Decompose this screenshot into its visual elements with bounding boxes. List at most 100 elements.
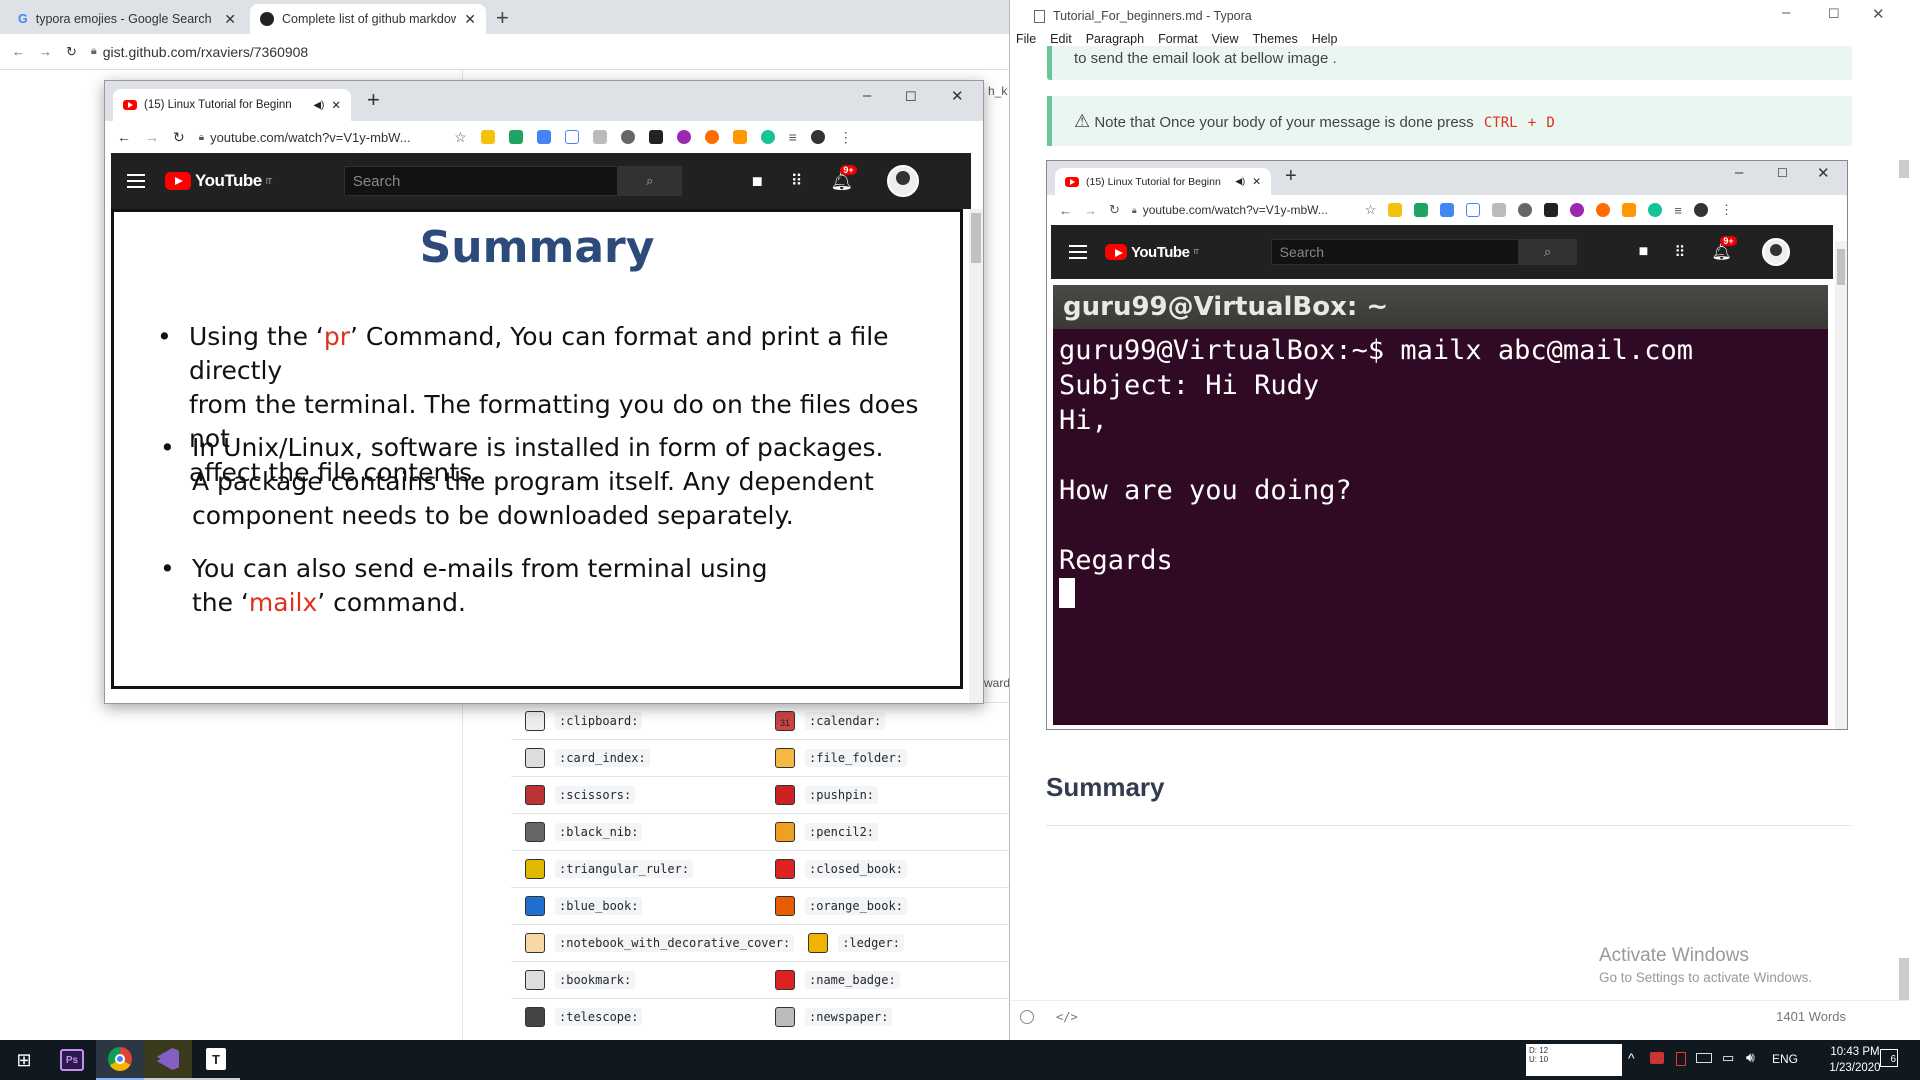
windows-start-icon[interactable]: ⊞ <box>0 1040 48 1080</box>
scrollbar-thumb[interactable] <box>1899 160 1909 178</box>
close-window-icon[interactable]: ✕ <box>951 87 964 105</box>
outline-toggle-icon[interactable] <box>1020 1009 1034 1024</box>
search-input[interactable]: Search <box>1270 239 1519 265</box>
address-bar[interactable]: youtube.com/watch?v=V1y-mbW... <box>1143 203 1353 217</box>
grammarly-icon[interactable] <box>1648 203 1663 217</box>
chevron-up-icon[interactable]: ^ <box>1628 1050 1635 1066</box>
language-indicator[interactable]: ENG <box>1772 1052 1798 1066</box>
battery-icon[interactable] <box>1696 1053 1712 1063</box>
video-camera-icon[interactable]: ■ <box>752 171 763 192</box>
emoji-shortcode[interactable]: :pencil2: <box>805 823 879 841</box>
maximize-icon[interactable]: ☐ <box>1777 166 1788 180</box>
emoji-shortcode[interactable]: :clipboard: <box>555 712 643 730</box>
close-window-icon[interactable]: ✕ <box>1872 5 1885 23</box>
maximize-icon[interactable]: ☐ <box>905 89 917 105</box>
typora-icon[interactable]: T <box>192 1040 240 1080</box>
volume-icon[interactable]: 🔊︎ <box>1746 1049 1755 1066</box>
emoji-shortcode[interactable]: :black_nib: <box>555 823 643 841</box>
gear-icon[interactable] <box>620 130 635 144</box>
extension-icon[interactable] <box>1596 203 1611 217</box>
forward-icon[interactable]: → <box>39 44 52 59</box>
gear-icon[interactable] <box>1518 203 1533 217</box>
extension-icon[interactable] <box>480 130 495 144</box>
emoji-shortcode[interactable]: :notebook_with_decorative_cover: <box>555 934 795 952</box>
menu-item-file[interactable]: File <box>1016 32 1036 50</box>
maximize-icon[interactable]: ☐ <box>1828 6 1840 22</box>
visual-studio-icon[interactable] <box>144 1040 192 1080</box>
extension-icon[interactable] <box>676 130 691 144</box>
reload-icon[interactable]: ↻ <box>173 129 185 146</box>
reading-list-icon[interactable]: ≡ <box>1674 203 1682 218</box>
extension-icon[interactable] <box>732 130 747 144</box>
extension-icon[interactable] <box>704 130 719 144</box>
scrollbar-thumb[interactable] <box>1837 249 1845 285</box>
address-bar[interactable]: youtube.com/watch?v=V1y-mbW... <box>210 130 440 145</box>
avatar[interactable] <box>1761 238 1790 266</box>
typora-scrollbar[interactable] <box>1899 40 1911 1000</box>
extension-icon[interactable] <box>648 130 663 144</box>
speaker-icon[interactable]: ◀︎) <box>313 100 324 111</box>
speaker-icon[interactable]: ◀︎) <box>1235 176 1245 187</box>
back-icon[interactable]: ← <box>1059 203 1072 218</box>
forward-icon[interactable]: → <box>1084 203 1097 218</box>
search-input[interactable]: Search <box>343 166 618 196</box>
network-icon[interactable]: ▭ <box>1722 1050 1734 1066</box>
chrome-icon[interactable] <box>96 1040 144 1080</box>
emoji-shortcode[interactable]: :pushpin: <box>805 786 879 804</box>
extension-icon[interactable] <box>1388 203 1403 217</box>
translate-icon[interactable] <box>536 130 551 144</box>
tray-app-icon[interactable] <box>1650 1052 1664 1064</box>
profile-icon[interactable] <box>810 130 825 144</box>
word-count[interactable]: 1401 Words <box>1776 1009 1846 1024</box>
emoji-shortcode[interactable]: :calendar: <box>805 712 886 730</box>
reload-icon[interactable]: ↻ <box>66 44 77 60</box>
reload-icon[interactable]: ↻ <box>1109 202 1120 218</box>
menu-icon[interactable]: ⋮ <box>839 129 853 146</box>
menu-icon[interactable]: ⋮ <box>1720 202 1733 218</box>
bell-icon[interactable]: 🔔︎ 9+ <box>1711 236 1737 262</box>
scrollbar[interactable] <box>1835 241 1847 729</box>
emoji-shortcode[interactable]: :orange_book: <box>805 897 907 915</box>
extension-icon[interactable] <box>1570 203 1585 217</box>
drive-icon[interactable] <box>508 130 523 144</box>
back-icon[interactable]: ← <box>12 44 25 59</box>
minimize-icon[interactable]: – <box>863 87 871 104</box>
profile-icon[interactable] <box>1693 203 1708 217</box>
hamburger-icon[interactable] <box>1069 245 1087 259</box>
minimize-icon[interactable]: – <box>1782 4 1790 21</box>
emoji-shortcode[interactable]: :telescope: <box>555 1008 643 1026</box>
source-code-icon[interactable]: </> <box>1056 1010 1078 1024</box>
extension-icon[interactable] <box>1492 203 1507 217</box>
search-icon[interactable]: ⌕ <box>1518 239 1577 265</box>
emoji-shortcode[interactable]: :bookmark: <box>555 971 636 989</box>
extension-icon[interactable] <box>1466 203 1481 217</box>
close-icon[interactable]: ✕ <box>224 11 236 28</box>
reading-list-icon[interactable]: ≡ <box>789 129 797 145</box>
emoji-shortcode[interactable]: :blue_book: <box>555 897 643 915</box>
close-window-icon[interactable]: ✕ <box>1817 164 1830 182</box>
apps-grid-icon[interactable]: ⠿ <box>1674 243 1685 261</box>
address-bar[interactable]: gist.github.com/rxaviers/7360908 <box>103 44 308 60</box>
new-tab-icon[interactable]: + <box>1285 165 1297 188</box>
drive-icon[interactable] <box>1414 203 1429 217</box>
close-icon[interactable]: ✕ <box>1252 176 1261 188</box>
youtube-logo[interactable]: YouTube IT <box>165 171 272 191</box>
scrollbar[interactable] <box>969 209 983 703</box>
minimize-icon[interactable]: – <box>1735 164 1743 181</box>
search-icon[interactable]: ⌕ <box>617 166 682 196</box>
extension-icon[interactable] <box>1544 203 1559 217</box>
emoji-shortcode[interactable]: :closed_book: <box>805 860 907 878</box>
emoji-shortcode[interactable]: :name_badge: <box>805 971 900 989</box>
bell-icon[interactable]: 🔔︎ 9+ <box>830 164 857 192</box>
tab-youtube[interactable]: (15) Linux Tutorial for Beginn ◀︎) ✕ <box>1055 168 1271 195</box>
emoji-shortcode[interactable]: :file_folder: <box>805 749 907 767</box>
video-camera-icon[interactable]: ■ <box>1639 243 1649 261</box>
grammarly-icon[interactable] <box>760 130 775 144</box>
extension-icon[interactable] <box>564 130 579 144</box>
emoji-shortcode[interactable]: :ledger: <box>838 934 904 952</box>
extension-icon[interactable] <box>592 130 607 144</box>
scrollbar-thumb[interactable] <box>971 213 981 263</box>
apps-grid-icon[interactable]: ⠿ <box>791 171 803 191</box>
avatar[interactable] <box>887 165 920 197</box>
tab-youtube[interactable]: (15) Linux Tutorial for Beginn ◀︎) ✕ <box>113 89 351 121</box>
